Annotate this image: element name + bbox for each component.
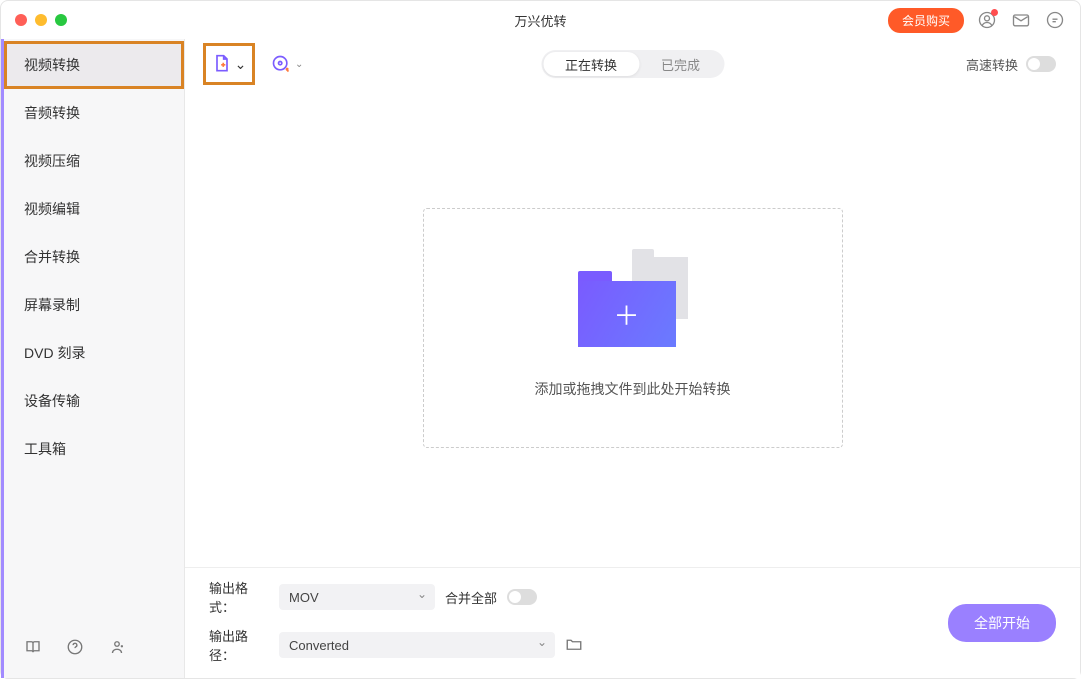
main-panel: ⌄ ⌄ 正在转换 已完成 高速转换 ＋ 添加或拖拽文件到此处开始转换	[185, 39, 1080, 678]
sidebar-item-label: 工具箱	[24, 439, 66, 459]
dropzone[interactable]: ＋ 添加或拖拽文件到此处开始转换	[423, 208, 843, 448]
add-disc-button[interactable]: ⌄	[265, 50, 309, 78]
chevron-down-icon: ⌄	[295, 59, 303, 70]
output-path-label: 输出路径：	[209, 626, 269, 664]
maximize-window-button[interactable]	[55, 14, 67, 26]
sidebar-item-audio-convert[interactable]: 音频转换	[4, 89, 184, 137]
output-format-select[interactable]: MOV	[279, 584, 435, 610]
sidebar-item-label: 音频转换	[24, 103, 80, 123]
merge-all-label: 合并全部	[445, 588, 497, 607]
buy-membership-button[interactable]: 会员购买	[888, 8, 964, 33]
folder-icon: ＋	[578, 257, 688, 347]
sidebar-item-toolbox[interactable]: 工具箱	[4, 425, 184, 473]
tab-converting[interactable]: 正在转换	[543, 52, 639, 76]
sidebar-bottom	[4, 638, 184, 678]
sidebar-item-label: 屏幕录制	[24, 295, 80, 315]
status-segmented-control: 正在转换 已完成	[541, 50, 724, 78]
sidebar-item-video-convert[interactable]: 视频转换	[4, 41, 184, 89]
sidebar-item-dvd-burn[interactable]: DVD 刻录	[4, 329, 184, 377]
window-controls	[15, 14, 67, 26]
sidebar-item-label: 合并转换	[24, 247, 80, 267]
sidebar-item-label: 设备传输	[24, 391, 80, 411]
guide-icon[interactable]	[24, 638, 42, 656]
sidebar-item-video-compress[interactable]: 视频压缩	[4, 137, 184, 185]
header-right: 会员购买	[888, 8, 1066, 33]
sidebar-item-label: 视频转换	[24, 55, 80, 75]
sidebar-item-merge-convert[interactable]: 合并转换	[4, 233, 184, 281]
sidebar-item-label: DVD 刻录	[24, 343, 85, 363]
help-icon[interactable]	[66, 638, 84, 656]
add-file-button[interactable]: ⌄	[203, 43, 255, 85]
close-window-button[interactable]	[15, 14, 27, 26]
account-icon[interactable]	[976, 9, 998, 31]
plus-icon: ＋	[613, 296, 639, 333]
start-all-button[interactable]: 全部开始	[948, 604, 1056, 642]
footer: 输出格式： MOV 合并全部 输出路径： Converted	[185, 567, 1080, 678]
feedback-icon[interactable]	[1044, 9, 1066, 31]
mail-icon[interactable]	[1010, 9, 1032, 31]
output-format-label: 输出格式：	[209, 578, 269, 616]
toolbar: ⌄ ⌄ 正在转换 已完成 高速转换	[185, 39, 1080, 89]
highspeed-toggle[interactable]	[1026, 56, 1056, 72]
minimize-window-button[interactable]	[35, 14, 47, 26]
notification-dot	[991, 9, 998, 16]
highspeed-label: 高速转换	[966, 55, 1018, 74]
sidebar-item-device-transfer[interactable]: 设备传输	[4, 377, 184, 425]
dropzone-text: 添加或拖拽文件到此处开始转换	[535, 379, 731, 399]
open-folder-button[interactable]	[565, 635, 583, 656]
merge-all-toggle[interactable]	[507, 589, 537, 605]
chevron-down-icon: ⌄	[235, 56, 247, 73]
sidebar-item-label: 视频压缩	[24, 151, 80, 171]
tab-done[interactable]: 已完成	[639, 52, 722, 76]
sidebar-item-screen-record[interactable]: 屏幕录制	[4, 281, 184, 329]
titlebar: 万兴优转 会员购买	[1, 1, 1080, 39]
output-path-select[interactable]: Converted	[279, 632, 555, 658]
sidebar-item-label: 视频编辑	[24, 199, 80, 219]
sidebar: 视频转换 音频转换 视频压缩 视频编辑 合并转换 屏幕录制 DVD 刻录 设备传…	[1, 39, 185, 678]
sidebar-item-video-edit[interactable]: 视频编辑	[4, 185, 184, 233]
settings-icon[interactable]	[108, 638, 126, 656]
